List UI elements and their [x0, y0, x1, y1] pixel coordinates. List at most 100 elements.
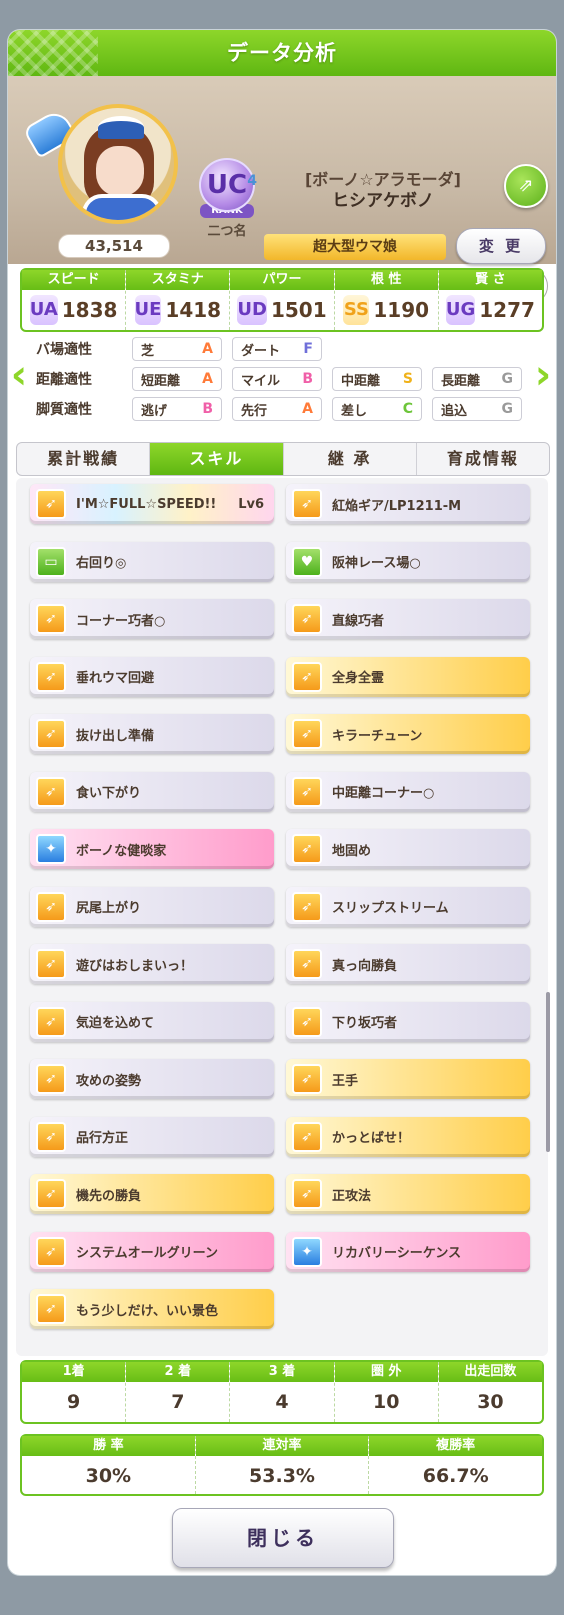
- skill-item[interactable]: ➶ 遊びはおしまいっ！: [30, 944, 274, 984]
- speed-icon: ➶: [292, 489, 322, 519]
- skill-item[interactable]: ➶ キラーチューン: [286, 714, 530, 754]
- skill-name: 尻尾上がり: [76, 901, 142, 916]
- skill-item[interactable]: ✦ リカバリーシーケンス: [286, 1231, 530, 1272]
- speed-icon: ➶: [36, 1294, 66, 1324]
- aptitude-cell: ダート F: [232, 337, 322, 361]
- close-button[interactable]: 閉じる: [172, 1508, 394, 1568]
- character-portrait[interactable]: [58, 104, 178, 224]
- stat-grade: UD: [237, 295, 267, 325]
- skill-item[interactable]: ➶ 全身全霊: [286, 656, 530, 697]
- skill-name: 右回り◎: [76, 556, 127, 571]
- aptitude-grade: F: [303, 341, 313, 357]
- rate-label: 勝 率: [22, 1436, 195, 1456]
- stat-value: 1190: [373, 298, 430, 322]
- share-button[interactable]: ⇗: [504, 164, 548, 208]
- skill-item[interactable]: ➶ 品行方正: [30, 1116, 274, 1157]
- aptitude-cell: マイル B: [232, 367, 322, 391]
- skill-item[interactable]: ➶ スリップストリーム: [286, 886, 530, 927]
- win-rates: 勝 率 30% 連対率 53.3% 複勝率 66.7%: [20, 1434, 544, 1496]
- skill-name: 抜け出し準備: [76, 728, 155, 744]
- skill-level: Lv6: [238, 496, 264, 512]
- skill-name: 気迫を込めて: [76, 1016, 155, 1031]
- skill-item[interactable]: ➶ 食い下がり: [30, 771, 274, 812]
- speed-icon: ➶: [292, 661, 322, 692]
- result-starts: 出走回数 30: [438, 1362, 543, 1422]
- skill-item[interactable]: ➶ 気迫を込めて: [30, 1001, 274, 1042]
- aptitude-name: 先行: [241, 403, 268, 419]
- skill-item[interactable]: ➶ 下り坂巧者: [286, 1001, 530, 1042]
- skill-item[interactable]: ➶ もう少しだけ、いい景色: [30, 1289, 274, 1329]
- stat-guts: 根 性 SS 1190: [334, 270, 439, 330]
- speed-icon: ➶: [36, 949, 66, 979]
- skill-name: 垂れウマ回避: [76, 671, 155, 686]
- skill-item[interactable]: ➶ コーナー巧者○: [30, 599, 274, 639]
- skill-item[interactable]: ➶ 垂れウマ回避: [30, 656, 274, 697]
- skill-item[interactable]: ➶ 攻めの姿勢: [30, 1059, 274, 1099]
- skill-name: I'M☆FULL☆SPEED!!: [76, 496, 217, 512]
- stat-grade: UG: [445, 295, 476, 325]
- portrait-cap: [98, 116, 144, 139]
- aptitude-cell: 追込 G: [432, 397, 522, 421]
- skill-item[interactable]: ➶ 機先の勝負: [30, 1174, 274, 1214]
- scrollbar-thumb[interactable]: [546, 992, 550, 1152]
- stat-grade: UE: [134, 295, 162, 325]
- skill-item[interactable]: ➶ かっとばせ！: [286, 1116, 530, 1157]
- speed-icon: ➶: [36, 1179, 66, 1209]
- tab-inheritance[interactable]: 継 承: [284, 443, 417, 475]
- skill-item[interactable]: ➶ システムオールグリーン: [30, 1231, 274, 1272]
- prev-arrow-icon[interactable]: ‹: [8, 350, 30, 400]
- aptitude-grade: A: [202, 341, 213, 357]
- stat-wisdom: 賢 さ UG 1277: [438, 270, 543, 330]
- aptitude-name: ダート: [241, 343, 281, 359]
- tab-bar: 累計戦績 スキル 継 承 育成情報: [16, 442, 550, 476]
- stat-value: 1838: [61, 298, 118, 322]
- rate-win: 勝 率 30%: [22, 1436, 196, 1494]
- aptitude-row-label: 距離適性: [36, 372, 92, 388]
- tab-training-info[interactable]: 育成情報: [417, 443, 549, 475]
- stat-stamina: スタミナ UE 1418: [126, 270, 231, 330]
- aptitude-row-label: 脚質適性: [36, 402, 92, 418]
- result-value: 10: [372, 1391, 400, 1413]
- portrait-body: [82, 194, 162, 220]
- aptitude-name: マイル: [241, 373, 281, 389]
- result-label: 出走回数: [438, 1362, 543, 1382]
- skill-item[interactable]: ➶ 直線巧者: [286, 599, 530, 639]
- skill-name: 機先の勝負: [76, 1188, 142, 1204]
- skill-name: 王手: [332, 1073, 359, 1089]
- skill-item[interactable]: ➶ 真っ向勝負: [286, 944, 530, 984]
- recovery-icon: ✦: [292, 1236, 322, 1267]
- aptitude-cell: 芝A: [132, 337, 222, 361]
- stat-grade: UA: [29, 295, 58, 325]
- skill-item[interactable]: ➶ 王手: [286, 1059, 530, 1099]
- aptitude-style-row: 脚質適性 逃げ B 先行 A 差し C 追込 G: [36, 396, 532, 422]
- skill-item[interactable]: ♥ 阪神レース場○: [286, 541, 530, 582]
- tab-skills[interactable]: スキル: [150, 443, 284, 475]
- skill-item[interactable]: ▭ 右回り◎: [30, 541, 274, 582]
- skill-item[interactable]: ➶ 中距離コーナー○: [286, 771, 530, 812]
- skill-item[interactable]: ➶ 尻尾上がり: [30, 886, 274, 927]
- dialog-title: データ分析: [8, 30, 556, 76]
- aptitude-cell: 中距離 S: [332, 367, 422, 391]
- skill-item[interactable]: ✦ ボーノな健啖家: [30, 829, 274, 869]
- skill-item[interactable]: ➶ 正攻法: [286, 1174, 530, 1214]
- tab-career-record[interactable]: 累計戦績: [17, 443, 151, 475]
- aptitude-grade: S: [402, 371, 413, 387]
- speed-icon: ➶: [292, 834, 322, 864]
- skill-scrollbar[interactable]: [546, 478, 550, 1356]
- next-arrow-icon[interactable]: ›: [532, 350, 554, 400]
- stat-label: スピード: [22, 270, 126, 290]
- rank-badge: UC 4 RANK 二つ名: [196, 158, 258, 239]
- skill-item[interactable]: ➶ 紅焔ギア/LP1211-M: [286, 484, 530, 524]
- stat-label: 根 性: [334, 270, 438, 290]
- aptitude-name: 芝: [141, 343, 155, 359]
- skill-item[interactable]: ➶ 抜け出し準備: [30, 714, 274, 754]
- skill-item[interactable]: ➶ 地固め: [286, 829, 530, 869]
- result-value: 9: [66, 1391, 81, 1413]
- change-button[interactable]: 変 更: [456, 228, 546, 264]
- speed-icon: ➶: [292, 1179, 322, 1209]
- aptitude-name: 中距離: [341, 373, 381, 389]
- skill-name: 攻めの姿勢: [76, 1073, 142, 1089]
- skill-item[interactable]: ➶ I'M☆FULL☆SPEED!! Lv6: [30, 484, 274, 524]
- speed-icon: ➶: [36, 891, 66, 922]
- aptitude-grade: G: [501, 371, 514, 387]
